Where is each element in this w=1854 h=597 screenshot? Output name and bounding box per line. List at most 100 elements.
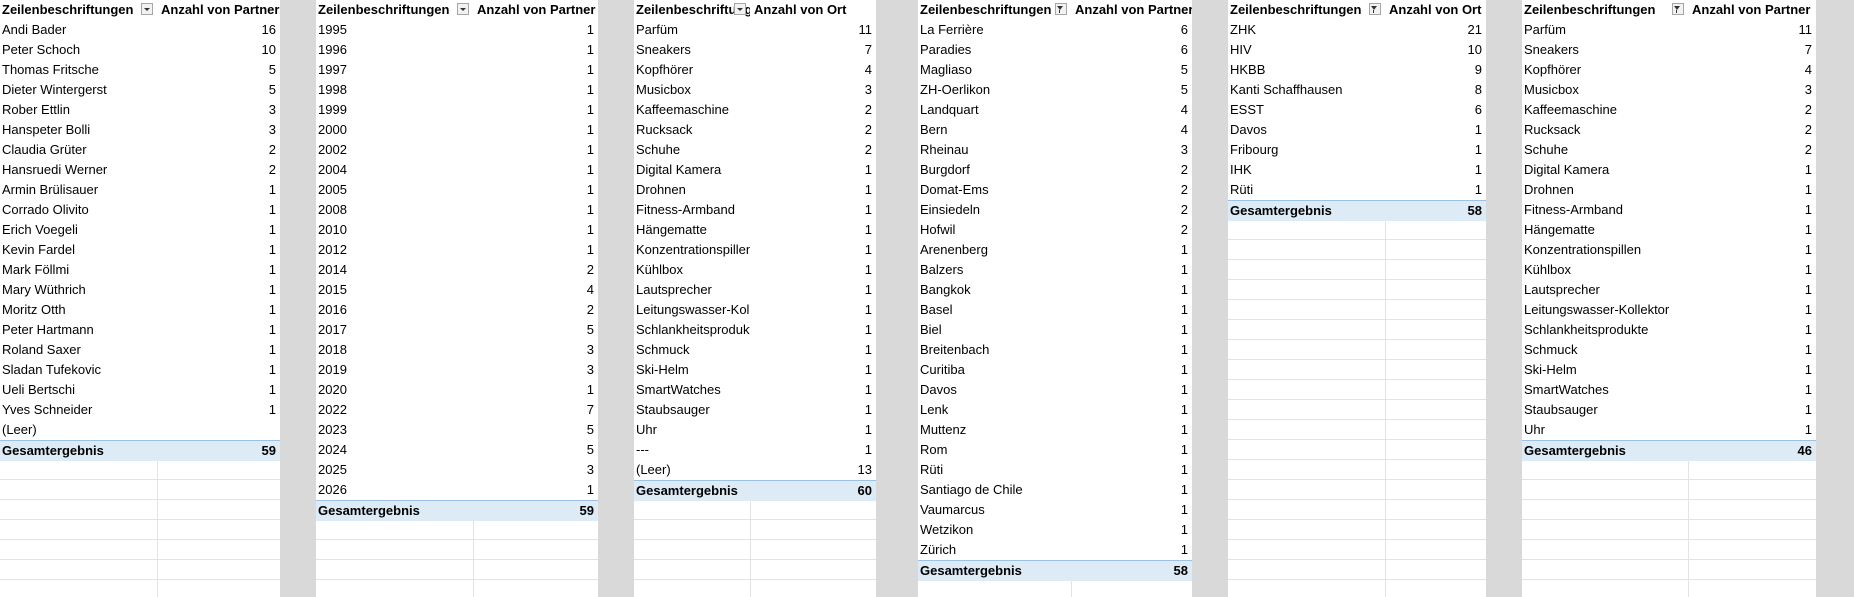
row-value-cell[interactable]: 5 [473,420,598,440]
row-value-cell[interactable]: 1 [750,400,876,420]
row-value-cell[interactable]: 10 [1385,40,1486,60]
pivot-row[interactable]: Biel 1 [918,320,1192,340]
pivot-row[interactable]: Schlankheitsprodukte 1 [1522,320,1816,340]
row-value-cell[interactable]: 2 [1071,180,1192,200]
pivot-row[interactable]: Uhr 1 [634,420,876,440]
pivot-row[interactable]: 2026 1 [316,480,598,500]
row-value-cell[interactable]: 7 [473,400,598,420]
row-label-cell[interactable]: Schuhe [1522,140,1688,160]
pivot-row[interactable]: 1996 1 [316,40,598,60]
pivot-row[interactable]: Sneakers 7 [634,40,876,60]
row-label-cell[interactable]: Kevin Fardel [0,240,157,260]
row-value-cell[interactable]: 5 [473,440,598,460]
pivot-row[interactable]: Schuhe 2 [634,140,876,160]
row-label-cell[interactable]: 2004 [316,160,473,180]
row-label-cell[interactable]: Digital Kamera [1522,160,1688,180]
value-field-header[interactable]: Anzahl von Partner [1071,0,1192,20]
row-value-cell[interactable]: 1 [1688,300,1816,320]
row-value-cell[interactable]: 1 [1385,160,1486,180]
pivot-row[interactable]: Rüti 1 [1228,180,1486,200]
row-label-cell[interactable]: Kühlbox [634,260,750,280]
row-value-cell[interactable]: 1 [473,200,598,220]
row-value-cell[interactable]: 3 [1071,140,1192,160]
grand-total-row[interactable]: Gesamtergebnis 59 [316,500,598,521]
row-value-cell[interactable]: 1 [473,100,598,120]
row-label-cell[interactable]: Corrado Olivito [0,200,157,220]
row-value-cell[interactable]: 2 [157,140,280,160]
row-label-cell[interactable]: Staubsauger [634,400,750,420]
row-label-cell[interactable]: Kopfhörer [1522,60,1688,80]
row-label-cell[interactable]: Uhr [634,420,750,440]
pivot-row[interactable]: Domat-Ems 2 [918,180,1192,200]
grand-total-value[interactable]: 58 [1071,561,1192,581]
row-label-cell[interactable]: 2008 [316,200,473,220]
row-label-cell[interactable]: Paradies [918,40,1071,60]
pivot-row[interactable]: 2019 3 [316,360,598,380]
row-label-cell[interactable]: Landquart [918,100,1071,120]
row-value-cell[interactable]: 1 [1071,460,1192,480]
row-value-cell[interactable]: 1 [1688,320,1816,340]
row-value-cell[interactable]: 1 [750,200,876,220]
row-labels-header[interactable]: Zeilenbeschriftungen [1228,0,1385,20]
row-label-cell[interactable]: Breitenbach [918,340,1071,360]
row-value-cell[interactable]: 1 [1688,360,1816,380]
pivot-row[interactable]: Kopfhörer 4 [1522,60,1816,80]
row-label-cell[interactable]: Digital Kamera [634,160,750,180]
row-value-cell[interactable]: 9 [1385,60,1486,80]
row-label-cell[interactable]: Lenk [918,400,1071,420]
pivot-row[interactable]: 2016 2 [316,300,598,320]
pivot-row[interactable]: Santiago de Chile 1 [918,480,1192,500]
row-value-cell[interactable]: 1 [157,180,280,200]
pivot-row[interactable]: 1997 1 [316,60,598,80]
pivot-row[interactable]: Claudia Grüter 2 [0,140,280,160]
pivot-row[interactable]: Rucksack 2 [1522,120,1816,140]
pivot-row[interactable]: 1999 1 [316,100,598,120]
pivot-row[interactable]: Lautsprecher 1 [1522,280,1816,300]
row-value-cell[interactable]: 1 [1071,240,1192,260]
pivot-row[interactable]: Hanspeter Bolli 3 [0,120,280,140]
row-value-cell[interactable]: 1 [473,40,598,60]
row-label-cell[interactable]: Uhr [1522,420,1688,440]
pivot-row[interactable]: Kühlbox 1 [1522,260,1816,280]
pivot-row[interactable]: Kopfhörer 4 [634,60,876,80]
row-value-cell[interactable]: 2 [1071,160,1192,180]
row-label-cell[interactable]: Davos [918,380,1071,400]
row-label-cell[interactable]: Burgdorf [918,160,1071,180]
pivot-row[interactable]: Magliaso 5 [918,60,1192,80]
row-value-cell[interactable]: 1 [1071,500,1192,520]
row-value-cell[interactable]: 1 [750,300,876,320]
pivot-row[interactable]: Staubsauger 1 [1522,400,1816,420]
pivot-row[interactable]: 1995 1 [316,20,598,40]
row-labels-header[interactable]: Zeilenbeschriftungen [634,0,750,20]
row-value-cell[interactable]: 1 [1071,340,1192,360]
row-value-cell[interactable]: 1 [157,300,280,320]
row-value-cell[interactable]: 1 [473,60,598,80]
pivot-row[interactable]: Basel 1 [918,300,1192,320]
row-label-cell[interactable]: Zürich [918,540,1071,560]
pivot-row[interactable]: Moritz Otth 1 [0,300,280,320]
pivot-row[interactable]: 2015 4 [316,280,598,300]
row-value-cell[interactable]: 6 [1071,20,1192,40]
row-value-cell[interactable]: 1 [1385,120,1486,140]
row-label-cell[interactable]: Kaffeemaschine [634,100,750,120]
row-value-cell[interactable]: 1 [473,160,598,180]
pivot-row[interactable]: Hofwil 2 [918,220,1192,240]
row-value-cell[interactable]: 1 [1385,180,1486,200]
pivot-row[interactable]: Einsiedeln 2 [918,200,1192,220]
row-labels-header[interactable]: Zeilenbeschriftungen [316,0,473,20]
row-label-cell[interactable]: Davos [1228,120,1385,140]
pivot-row[interactable]: Corrado Olivito 1 [0,200,280,220]
pivot-row[interactable]: Wetzikon 1 [918,520,1192,540]
pivot-row[interactable]: Armin Brülisauer 1 [0,180,280,200]
row-value-cell[interactable]: 1 [1071,400,1192,420]
row-value-cell[interactable]: 1 [750,420,876,440]
row-value-cell[interactable]: 2 [1071,200,1192,220]
row-value-cell[interactable]: 1 [473,480,598,500]
pivot-row[interactable]: Digital Kamera 1 [1522,160,1816,180]
row-value-cell[interactable]: 4 [1071,120,1192,140]
row-value-cell[interactable]: 1 [157,280,280,300]
row-label-cell[interactable]: Fitness-Armband [1522,200,1688,220]
row-label-cell[interactable]: Andi Bader [0,20,157,40]
grand-total-value[interactable]: 46 [1688,441,1816,461]
row-value-cell[interactable]: 7 [750,40,876,60]
